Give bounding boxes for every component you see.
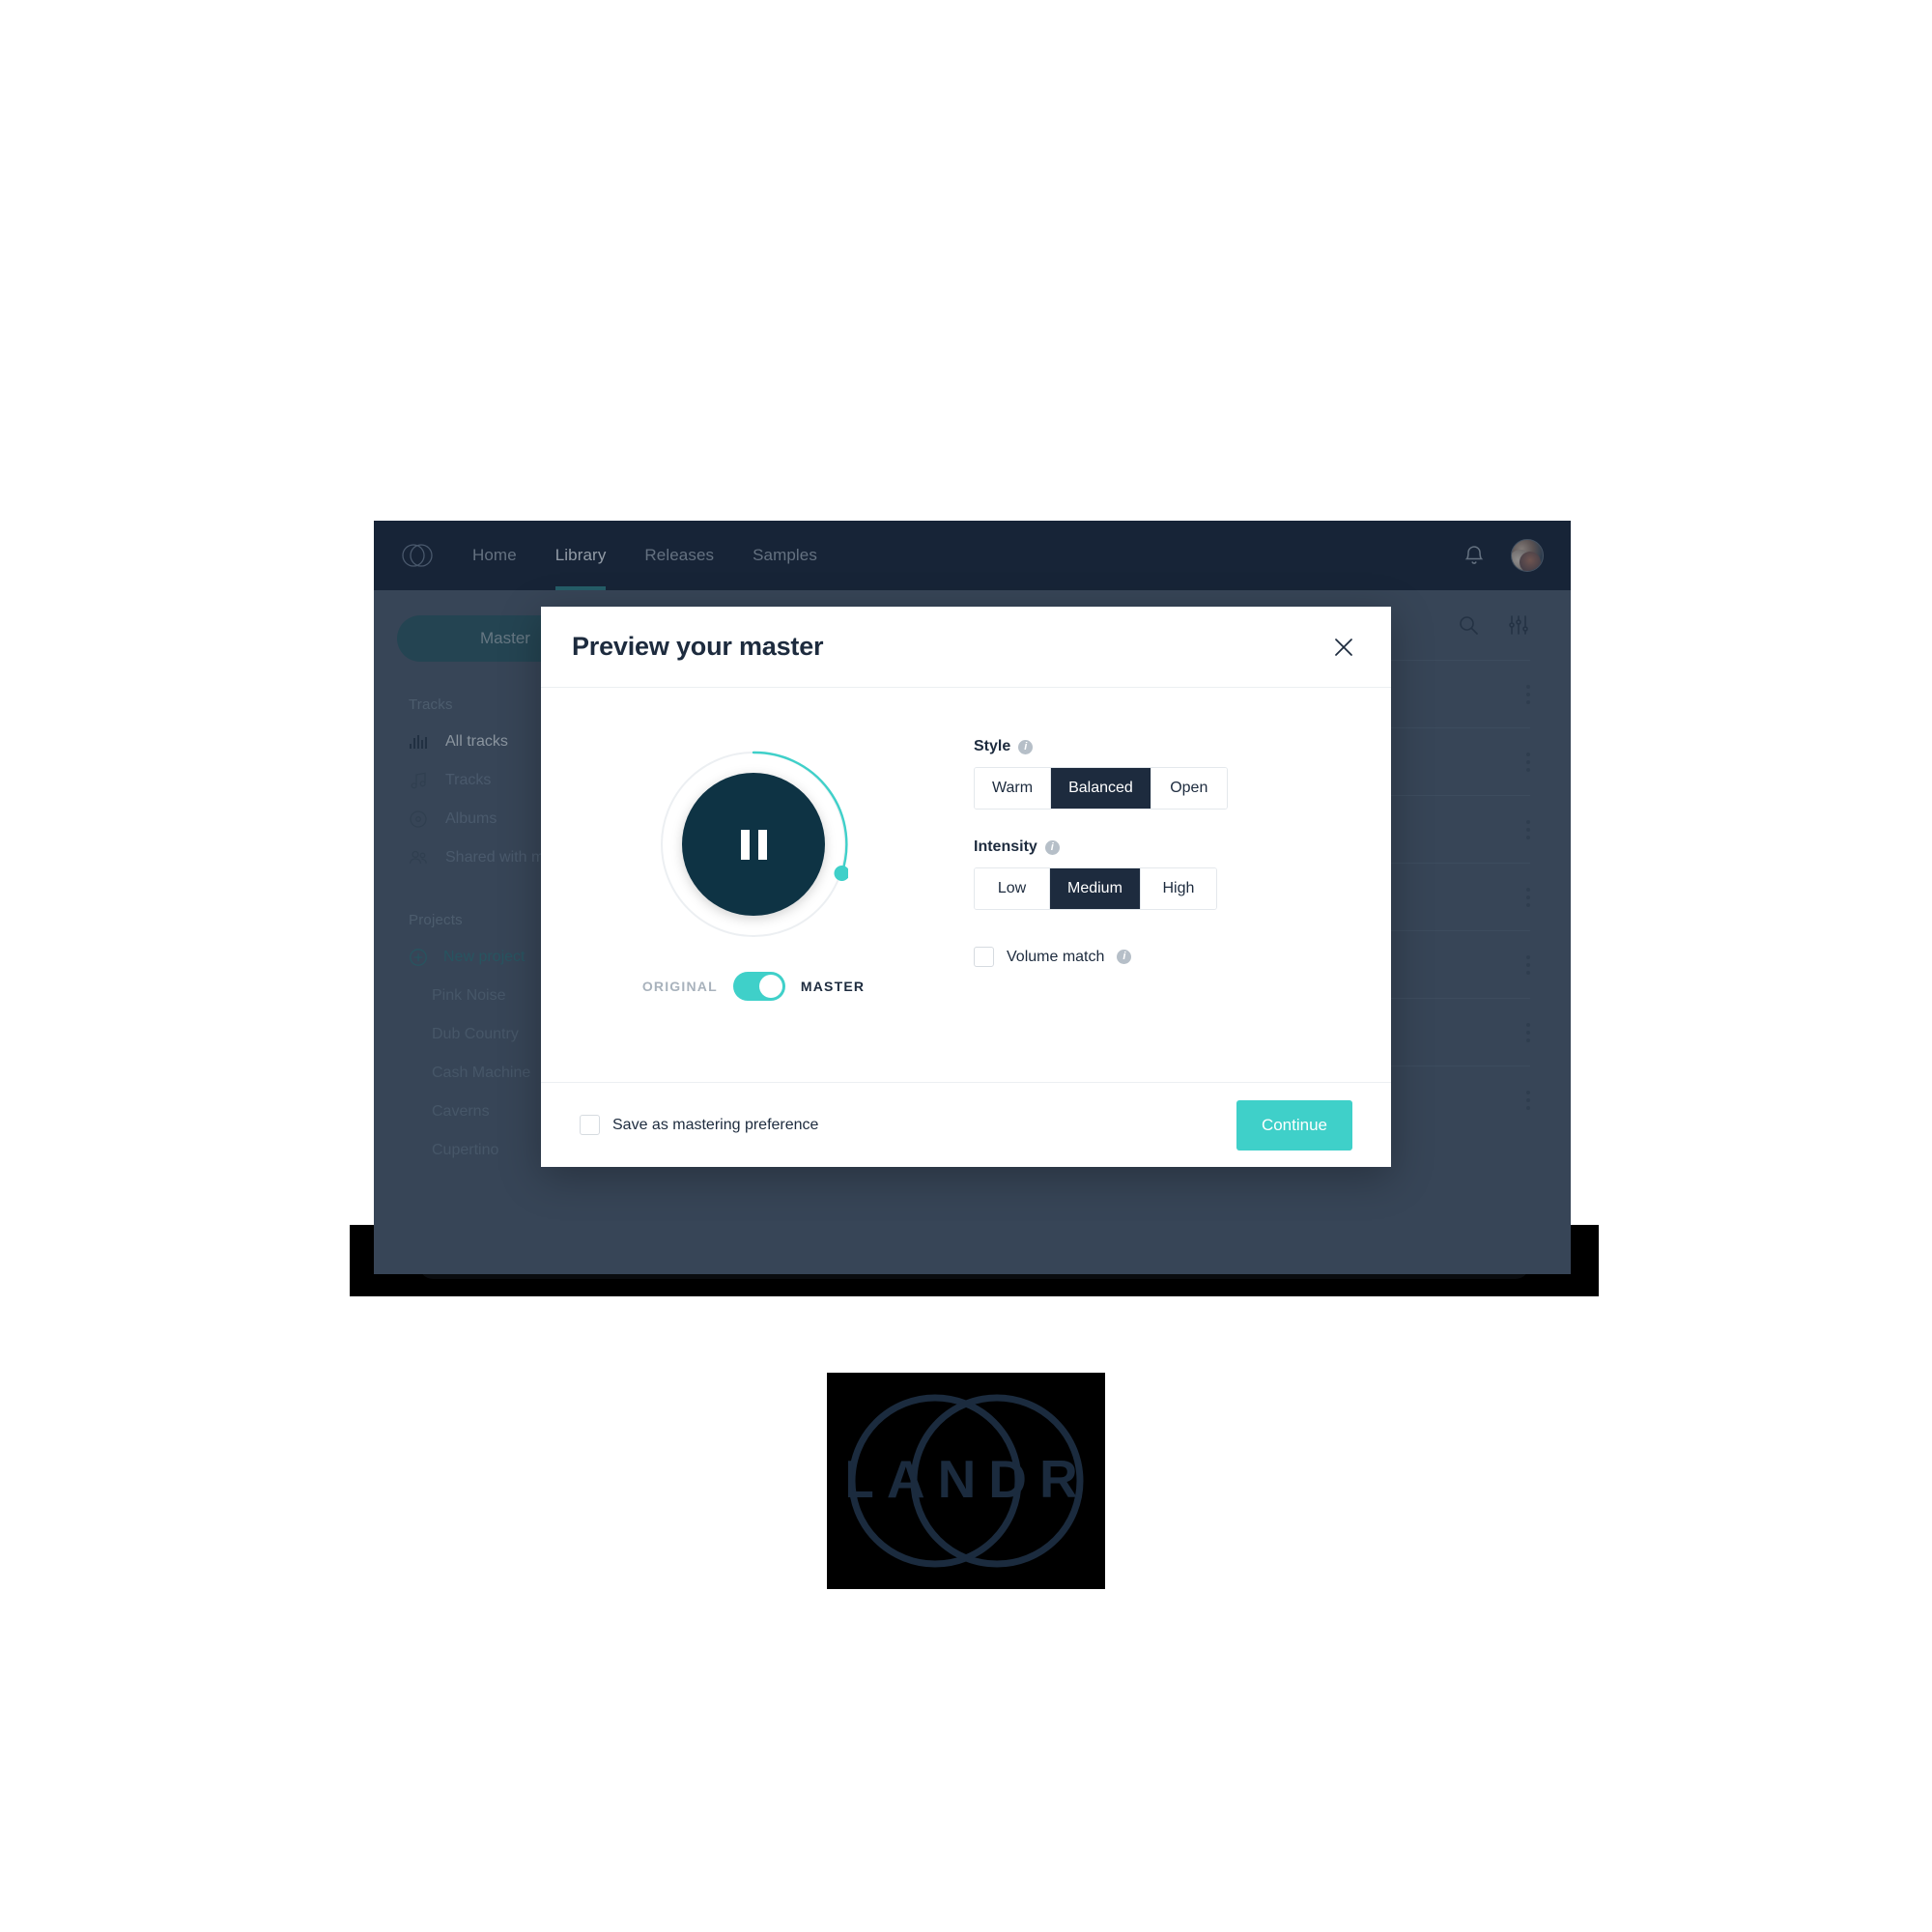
style-label: Style: [974, 738, 1011, 754]
landr-logo-mark: LANDR: [848, 1394, 1084, 1568]
volume-match-label: Volume match: [1007, 948, 1105, 965]
svg-text:LANDR: LANDR: [848, 1449, 1084, 1509]
landr-logo: LANDR: [827, 1373, 1105, 1589]
intensity-option-high[interactable]: High: [1140, 868, 1216, 909]
modal-footer: Save as mastering preference Continue: [541, 1082, 1391, 1167]
continue-button[interactable]: Continue: [1236, 1099, 1352, 1151]
intensity-option-medium[interactable]: Medium: [1050, 868, 1141, 909]
style-option-balanced[interactable]: Balanced: [1051, 768, 1151, 809]
pause-icon: [740, 829, 767, 860]
style-option-warm[interactable]: Warm: [975, 768, 1052, 809]
toggle-label-master: MASTER: [800, 979, 866, 994]
screenshot-root: Home Library Releases Samples Master Tra…: [0, 0, 1932, 1932]
original-master-toggle[interactable]: [732, 972, 785, 1001]
mastering-settings: Style i Warm Balanced Open Intensity i L…: [927, 730, 1352, 1082]
volume-match-row: Volume match i: [974, 947, 1352, 967]
intensity-label-row: Intensity i: [974, 838, 1352, 856]
intensity-label: Intensity: [974, 838, 1037, 855]
preview-player: ORIGINAL MASTER: [580, 730, 927, 1082]
volume-match-checkbox[interactable]: [974, 947, 994, 967]
save-preference-checkbox[interactable]: [580, 1115, 600, 1135]
style-segmented-control: Warm Balanced Open: [974, 767, 1228, 810]
save-preference-label: Save as mastering preference: [612, 1116, 819, 1133]
playback-progress-dial[interactable]: [659, 750, 848, 939]
preview-your-master-modal: Preview your master ORIGINAL MASTER Styl…: [541, 607, 1391, 1167]
modal-body: ORIGINAL MASTER Style i Warm Balanced Op…: [541, 688, 1391, 1082]
close-x-icon[interactable]: [1331, 635, 1356, 660]
modal-header: Preview your master: [541, 607, 1391, 688]
style-label-row: Style i: [974, 738, 1352, 755]
toggle-knob: [758, 975, 782, 998]
play-pause-button[interactable]: [682, 773, 825, 916]
intensity-option-low[interactable]: Low: [975, 868, 1050, 909]
info-icon[interactable]: i: [1044, 839, 1060, 855]
info-icon[interactable]: i: [1117, 950, 1132, 964]
toggle-label-original: ORIGINAL: [641, 979, 718, 994]
style-option-open[interactable]: Open: [1151, 768, 1227, 809]
page-title: Preview your master: [572, 632, 824, 661]
intensity-segmented-control: Low Medium High: [974, 867, 1217, 910]
original-master-toggle-row: ORIGINAL MASTER: [642, 972, 865, 1001]
info-icon[interactable]: i: [1018, 739, 1034, 754]
